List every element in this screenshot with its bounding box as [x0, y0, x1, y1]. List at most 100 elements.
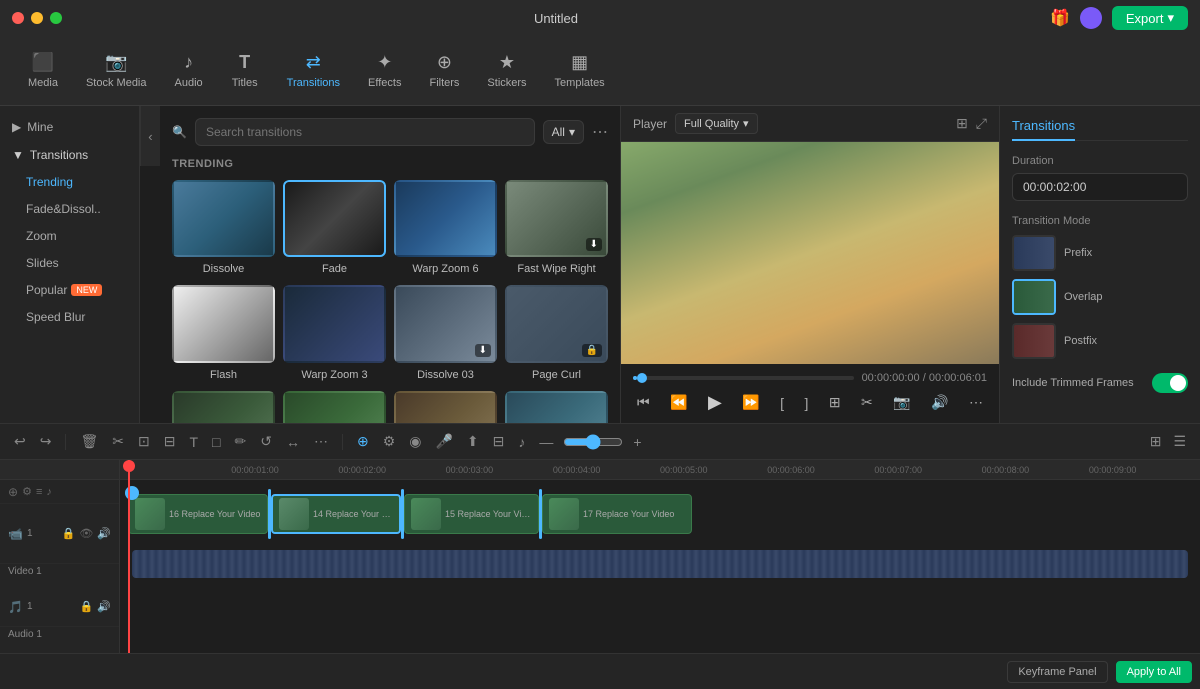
transition-pagecurl[interactable]: 🔒 Page Curl: [505, 285, 608, 382]
toolbar-audio[interactable]: ♪ Audio: [163, 46, 215, 95]
play-button[interactable]: ▶: [704, 390, 726, 415]
transition-dissolve[interactable]: Dissolve: [172, 180, 275, 277]
player-tab[interactable]: Player: [633, 117, 667, 131]
transition-warpzoom3[interactable]: Warp Zoom 3: [283, 285, 386, 382]
split-button[interactable]: ⊟: [160, 431, 180, 452]
shape-button[interactable]: □: [208, 432, 224, 452]
playhead-handle[interactable]: [123, 460, 135, 472]
list-view-button[interactable]: ☰: [1169, 431, 1190, 452]
toolbar-templates[interactable]: ▦ Templates: [543, 46, 617, 95]
snap-button[interactable]: ⊕: [353, 431, 373, 452]
video-mute-button[interactable]: 🔊: [97, 527, 111, 540]
transition-glitch[interactable]: Glitch Blocks: [283, 391, 386, 424]
snapshot-button[interactable]: 📷: [889, 392, 914, 413]
include-trimmed-toggle[interactable]: [1152, 373, 1188, 393]
sidebar-item-fadedissolve[interactable]: Fade&Dissol..: [6, 196, 133, 222]
quality-dropdown[interactable]: Full Quality ▾: [675, 113, 758, 134]
sidebar-item-trending[interactable]: Trending: [6, 169, 133, 195]
toolbar-stock-media[interactable]: 📷 Stock Media: [74, 46, 159, 95]
mic-button[interactable]: 🎤: [431, 431, 456, 452]
zoom-slider[interactable]: [563, 434, 623, 450]
transition-pushright[interactable]: Push Right: [394, 391, 497, 424]
auto-detect-button[interactable]: ◉: [405, 431, 425, 452]
mark-in-button[interactable]: [: [776, 393, 788, 413]
split-button[interactable]: ✂: [857, 392, 877, 413]
sidebar-item-popular[interactable]: Popular NEW: [6, 277, 133, 303]
audio-mute-button[interactable]: 🔊: [97, 600, 111, 613]
crop-button[interactable]: ⊡: [134, 431, 154, 452]
toolbar-filters[interactable]: ⊕ Filters: [417, 46, 471, 95]
zoom-out-button[interactable]: —: [535, 432, 557, 452]
toolbar-transitions[interactable]: ⇄ Transitions: [275, 46, 352, 95]
transition-fastwiperight[interactable]: ⬇ Fast Wipe Right: [505, 180, 608, 277]
transition-warpzoom6[interactable]: Warp Zoom 6: [394, 180, 497, 277]
volume-button[interactable]: 🔊: [927, 392, 952, 413]
sidebar-mine[interactable]: ▶ Mine: [0, 114, 139, 140]
keyframe-panel-button[interactable]: Keyframe Panel: [1007, 661, 1107, 683]
flip-button[interactable]: ↔: [282, 432, 304, 452]
mode-prefix[interactable]: Prefix: [1012, 235, 1188, 271]
more-tools-button[interactable]: ⋯: [310, 431, 332, 452]
text-button[interactable]: T: [185, 432, 202, 452]
transition-flash[interactable]: Flash: [172, 285, 275, 382]
sidebar-item-zoom[interactable]: Zoom: [6, 223, 133, 249]
audio-button[interactable]: ♪: [514, 432, 529, 452]
grid-view-button[interactable]: ⊞: [1146, 431, 1166, 452]
duration-value[interactable]: 00:00:02:00: [1012, 173, 1188, 201]
more-button[interactable]: ⋯: [965, 392, 987, 413]
audio-clip[interactable]: [132, 550, 1188, 578]
progress-bar[interactable]: [633, 376, 854, 380]
clip-3[interactable]: 15 Replace Your Video: [404, 494, 539, 534]
delete-button[interactable]: 🗑: [76, 431, 102, 452]
mode-overlap[interactable]: Overlap: [1012, 279, 1188, 315]
clip-1[interactable]: 16 Replace Your Video: [128, 494, 268, 534]
fullscreen-button[interactable]: ⤢: [976, 115, 987, 132]
add-to-timeline-button[interactable]: ⊞: [825, 392, 845, 413]
toolbar-media[interactable]: ⬛ Media: [16, 46, 70, 95]
transitions-tab[interactable]: Transitions: [1012, 118, 1075, 141]
track-settings-button[interactable]: ⚙: [22, 485, 32, 498]
search-input[interactable]: [195, 118, 535, 146]
maximize-button[interactable]: [50, 12, 62, 24]
sidebar-item-slides[interactable]: Slides: [6, 250, 133, 276]
export-button[interactable]: Export ▾: [1112, 6, 1188, 30]
progress-handle[interactable]: [637, 373, 647, 383]
transition-dissolve03[interactable]: ⬇ Dissolve 03: [394, 285, 497, 382]
extract-button[interactable]: ⬆: [463, 431, 483, 452]
gift-icon[interactable]: 🎁: [1050, 8, 1070, 28]
settings-button[interactable]: ⚙: [379, 431, 400, 452]
close-button[interactable]: [12, 12, 24, 24]
skip-back-button[interactable]: ⏮: [633, 392, 654, 413]
add-track-button[interactable]: ⊕: [8, 485, 18, 499]
frame-back-button[interactable]: ⏪: [666, 392, 691, 413]
frame-forward-button[interactable]: ⏩: [738, 392, 763, 413]
track-audio-button[interactable]: ♪: [46, 486, 52, 498]
transition-fade[interactable]: Fade: [283, 180, 386, 277]
audio-lock-button[interactable]: 🔒: [80, 600, 94, 613]
clip-2[interactable]: 14 Replace Your Video: [271, 494, 401, 534]
toolbar-titles[interactable]: T Titles: [219, 46, 271, 95]
paint-button[interactable]: ✏: [230, 431, 250, 452]
undo-button[interactable]: ↩: [10, 431, 30, 452]
profile-icon[interactable]: [1080, 7, 1102, 29]
toolbar-effects[interactable]: ✦ Effects: [356, 46, 413, 95]
mode-postfix[interactable]: Postfix: [1012, 323, 1188, 359]
rotate-button[interactable]: ↺: [256, 431, 276, 452]
apply-to-all-button[interactable]: Apply to All: [1116, 661, 1192, 683]
video-lock-button[interactable]: 🔒: [62, 527, 76, 540]
redo-button[interactable]: ↪: [36, 431, 56, 452]
sidebar-transitions-header[interactable]: ▼ Transitions: [0, 142, 139, 168]
filter-dropdown[interactable]: All ▾: [543, 120, 584, 144]
cut-button[interactable]: ✂: [108, 431, 128, 452]
sidebar-item-speedblur[interactable]: Speed Blur: [6, 304, 133, 330]
track-layout-button[interactable]: ≡: [36, 486, 42, 498]
transition-photofreeze[interactable]: 🔒 Photo Freeze: [505, 391, 608, 424]
transition-cinematic[interactable]: Cinematic Digit...: [172, 391, 275, 424]
minimize-button[interactable]: [31, 12, 43, 24]
sidebar-collapse-button[interactable]: ‹: [140, 106, 160, 166]
grid-view-button[interactable]: ⊞: [956, 115, 968, 132]
toolbar-stickers[interactable]: ★ Stickers: [475, 46, 538, 95]
video-hide-button[interactable]: 👁: [79, 527, 93, 540]
mark-out-button[interactable]: ]: [800, 393, 812, 413]
subtitle-button[interactable]: ⊟: [489, 431, 509, 452]
